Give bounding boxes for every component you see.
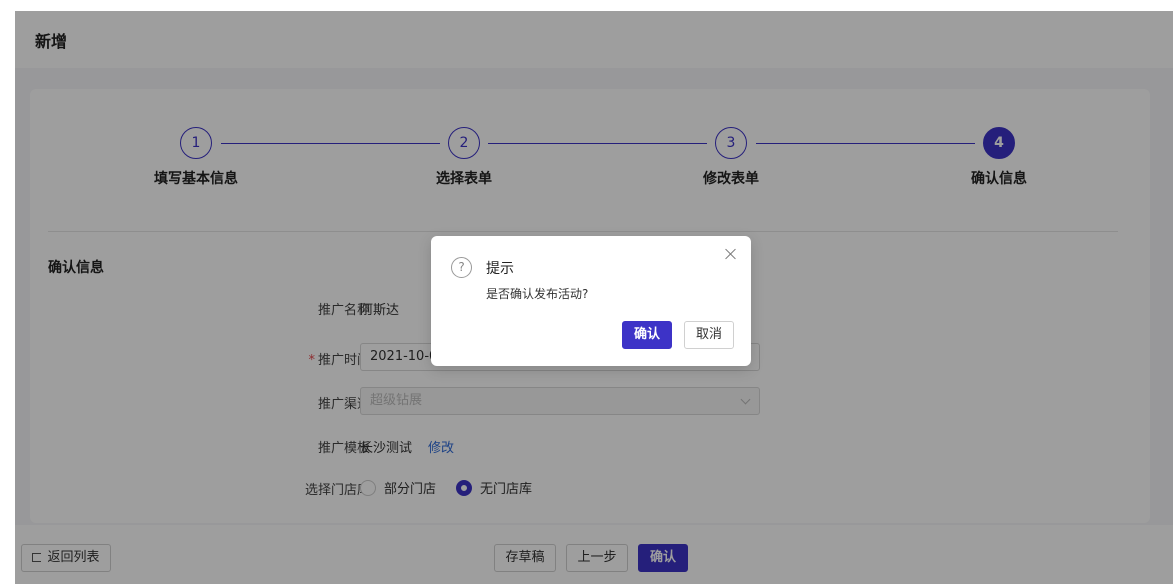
close-icon[interactable] (723, 246, 739, 262)
dialog-ok-button[interactable]: 确认 (622, 321, 672, 349)
question-icon: ? (451, 257, 472, 278)
confirm-dialog: ? 提示 是否确认发布活动? 确认 取消 (431, 236, 751, 366)
dialog-cancel-button[interactable]: 取消 (684, 321, 734, 349)
dialog-message: 是否确认发布活动? (486, 287, 589, 301)
dialog-title: 提示 (486, 261, 514, 277)
